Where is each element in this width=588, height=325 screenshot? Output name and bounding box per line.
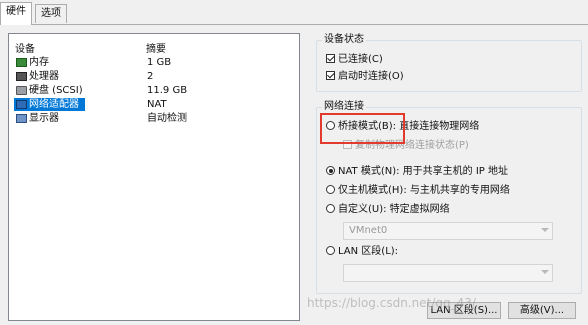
network-adapter-icon [16,100,27,109]
host-only-radio[interactable]: 仅主机模式(H): 与主机共享的专用网络 [326,184,510,198]
display-icon [16,114,27,123]
lan-segment-label: LAN 区段(L): [338,246,399,257]
device-summary: 2 [147,71,154,82]
device-row-processor[interactable]: 处理器 2 [11,70,297,83]
hard-disk-icon [16,86,27,95]
custom-network-select[interactable]: VMnet0 [343,222,553,240]
device-list[interactable]: 设备 摘要 内存 1 GB 处理器 2 硬盘 (SCSI) 11.9 GB 网络… [8,33,300,321]
host-only-label: 仅主机模式(H): 与主机共享的专用网络 [338,185,510,196]
device-row-memory[interactable]: 内存 1 GB [11,56,297,69]
custom-network-radio[interactable]: 自定义(U): 特定虚拟网络 [326,203,450,217]
nat-mode-radio[interactable]: NAT 模式(N): 用于共享主机的 IP 地址 [326,165,508,179]
device-label: 显示器 [29,113,59,124]
device-summary: 自动检测 [147,113,187,124]
radio-checked-icon [326,166,335,175]
memory-icon [16,58,27,67]
radio-unchecked-icon [326,185,335,194]
column-header-device[interactable]: 设备 [15,40,35,55]
connect-at-power-on-label: 启动时连接(O) [338,71,404,82]
lan-segment-radio[interactable]: LAN 区段(L): [326,245,398,259]
connected-checkbox[interactable]: 已连接(C) [326,53,383,67]
radio-unchecked-icon [326,204,335,213]
connected-label: 已连接(C) [338,54,383,65]
tab-hardware[interactable]: 硬件 [0,2,32,25]
custom-network-label: 自定义(U): 特定虚拟网络 [338,204,450,215]
tab-options[interactable]: 选项 [35,4,67,23]
chevron-down-icon [541,270,549,274]
advanced-button[interactable]: 高级(V)... [508,302,576,319]
lan-segments-button[interactable]: LAN 区段(S)... [427,302,501,319]
device-row-network-adapter[interactable]: 网络适配器 NAT [11,98,297,111]
radio-unchecked-icon [326,246,335,255]
device-summary: 11.9 GB [147,85,188,96]
tab-divider [0,24,588,25]
device-row-hard-disk[interactable]: 硬盘 (SCSI) 11.9 GB [11,84,297,97]
highlight-annotation [320,113,405,144]
device-name: 显示器 [14,112,59,125]
custom-network-value: VMnet0 [349,225,388,236]
tab-strip: 硬件 选项 [0,0,588,25]
checkbox-checked-icon [326,54,335,63]
device-summary: NAT [147,99,167,110]
device-name: 内存 [14,56,49,69]
device-label: 硬盘 (SCSI) [29,85,83,96]
device-label: 处理器 [29,71,59,82]
column-header-summary[interactable]: 摘要 [146,40,166,55]
network-connection-title: 网络连接 [322,101,366,113]
device-label: 内存 [29,57,49,68]
device-name: 处理器 [14,70,59,83]
lan-segment-select[interactable] [343,264,553,282]
device-name: 硬盘 (SCSI) [14,84,83,97]
nat-mode-label: NAT 模式(N): 用于共享主机的 IP 地址 [338,166,508,177]
processor-icon [16,72,27,81]
device-name: 网络适配器 [14,98,85,111]
device-row-display[interactable]: 显示器 自动检测 [11,112,297,125]
chevron-down-icon [541,228,549,232]
device-label: 网络适配器 [29,99,79,110]
connect-at-power-on-checkbox[interactable]: 启动时连接(O) [326,70,404,84]
device-status-group: 设备状态 已连接(C) 启动时连接(O) [316,34,582,92]
checkbox-checked-icon [326,71,335,80]
device-status-title: 设备状态 [322,34,366,46]
device-summary: 1 GB [147,57,172,68]
